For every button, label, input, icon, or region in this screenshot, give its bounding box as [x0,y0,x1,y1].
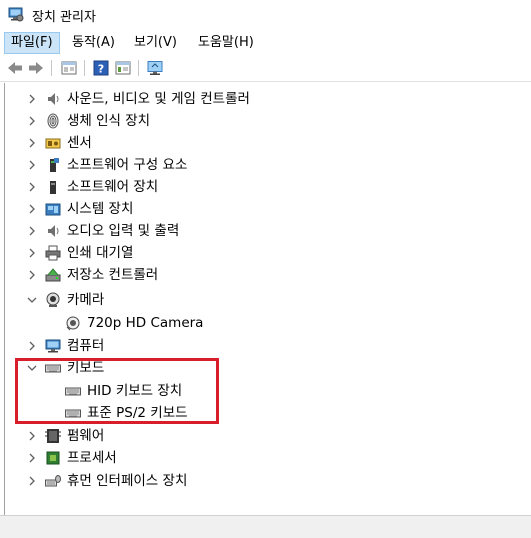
printer-icon [45,245,61,261]
system-device-icon [45,203,61,216]
tree-item-label: 소프트웨어 장치 [67,179,159,195]
status-bar [0,515,531,538]
console-tree-icon [61,61,77,75]
tree-item-label: 오디오 입력 및 출력 [67,223,180,239]
forward-arrow-icon [29,62,43,74]
tree-item-label: 사운드, 비디오 및 게임 컨트롤러 [67,91,250,107]
tree-item-label: 컴퓨터 [67,338,105,354]
tree-item-label: 인쇄 대기열 [67,245,134,261]
chevron-right-icon[interactable] [27,248,37,258]
chevron-right-icon[interactable] [27,204,37,214]
properties-icon [115,61,131,75]
toolbar: ? [0,55,531,82]
highlight-box [15,358,219,424]
chevron-right-icon[interactable] [27,226,37,236]
tree-item-label: 센서 [67,135,92,151]
chevron-right-icon[interactable] [27,431,37,441]
toolbar-separator [138,60,139,76]
properties-button[interactable] [114,59,132,77]
chevron-down-icon[interactable] [27,295,37,305]
menu-help[interactable]: 도움말(H) [192,32,260,54]
fingerprint-icon [47,113,59,129]
chevron-right-icon[interactable] [27,453,37,463]
menu-file[interactable]: 파일(F) [4,32,60,54]
title-bar: 장치 관리자 [0,0,531,30]
help-icon: ? [93,60,109,76]
software-device-icon [50,181,56,194]
processor-icon [46,451,60,465]
sensor-icon [45,138,61,149]
chevron-right-icon[interactable] [27,138,37,148]
tree-item-label: 저장소 컨트롤러 [67,267,159,283]
chevron-right-icon[interactable] [27,476,37,486]
chevron-right-icon[interactable] [27,116,37,126]
audio-icon [48,225,59,237]
computer-icon [45,339,61,353]
monitor-scan-icon [147,61,163,75]
menu-action[interactable]: 동작(A) [66,32,121,54]
tree-item-label: 720p HD Camera [87,315,204,331]
tree-item-label: 소프트웨어 구성 요소 [67,157,188,173]
storage-controller-icon [45,268,61,282]
software-component-icon [50,158,59,172]
tree-item-label: 생체 인식 장치 [67,113,151,129]
menu-view[interactable]: 보기(V) [128,32,183,54]
svg-text:?: ? [98,63,104,76]
tree-item-label: 카메라 [67,292,105,308]
forward-button[interactable] [27,59,45,77]
speaker-icon [48,93,59,105]
show-hide-console-tree-button[interactable] [60,59,78,77]
tree-item-label: 프로세서 [67,450,117,466]
chevron-right-icon[interactable] [27,94,37,104]
device-tree: 사운드, 비디오 및 게임 컨트롤러 생체 인식 장치 센서 소프트웨어 구성 … [4,83,531,515]
chevron-right-icon[interactable] [27,270,37,280]
device-manager-icon [8,7,24,22]
camera-icon [46,292,60,307]
back-button[interactable] [6,59,24,77]
scan-hardware-button[interactable] [146,59,164,77]
hid-icon [45,475,61,487]
chevron-right-icon[interactable] [27,182,37,192]
tree-item-label: 펌웨어 [67,428,105,444]
menu-bar: 파일(F) 동작(A) 보기(V) 도움말(H) [0,30,531,55]
tree-item-label: 시스템 장치 [67,201,134,217]
webcam-icon [66,316,80,331]
toolbar-separator [84,60,85,76]
toolbar-separator [51,60,52,76]
chevron-right-icon[interactable] [27,341,37,351]
tree-item-label: 휴먼 인터페이스 장치 [67,473,188,489]
help-button[interactable]: ? [92,59,110,77]
chevron-right-icon[interactable] [27,160,37,170]
window-title: 장치 관리자 [32,10,96,25]
firmware-icon [45,429,61,443]
back-arrow-icon [8,62,22,74]
